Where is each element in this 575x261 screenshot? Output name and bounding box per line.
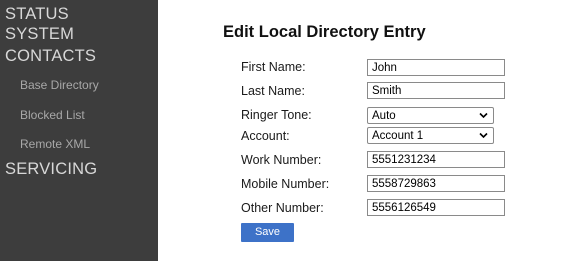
ringer-tone-select[interactable]: Auto bbox=[367, 107, 494, 124]
ringer-tone-value: Auto bbox=[372, 110, 396, 122]
sidebar: STATUS SYSTEM CONTACTS Base Directory Bl… bbox=[0, 0, 158, 261]
nav-contacts[interactable]: CONTACTS bbox=[5, 47, 96, 66]
work-number-input[interactable]: 5551231234 bbox=[367, 151, 505, 168]
nav-base-directory[interactable]: Base Directory bbox=[20, 78, 99, 92]
nav-servicing[interactable]: SERVICING bbox=[5, 160, 97, 179]
account-label: Account: bbox=[241, 129, 290, 143]
nav-status[interactable]: STATUS bbox=[5, 5, 69, 24]
nav-blocked-list[interactable]: Blocked List bbox=[20, 108, 85, 122]
mobile-number-input[interactable]: 5558729863 bbox=[367, 175, 505, 192]
other-number-label: Other Number: bbox=[241, 201, 324, 215]
chevron-down-icon bbox=[479, 132, 488, 139]
account-value: Account 1 bbox=[372, 130, 424, 142]
first-name-input[interactable]: John bbox=[367, 59, 505, 76]
account-select[interactable]: Account 1 bbox=[367, 127, 494, 144]
last-name-input[interactable]: Smith bbox=[367, 82, 505, 99]
mobile-number-label: Mobile Number: bbox=[241, 177, 330, 191]
chevron-down-icon bbox=[479, 112, 488, 119]
nav-remote-xml[interactable]: Remote XML bbox=[20, 137, 90, 151]
save-button[interactable]: Save bbox=[241, 223, 294, 242]
nav-system[interactable]: SYSTEM bbox=[5, 25, 74, 44]
page-title: Edit Local Directory Entry bbox=[223, 23, 426, 41]
first-name-label: First Name: bbox=[241, 60, 306, 74]
other-number-input[interactable]: 5556126549 bbox=[367, 199, 505, 216]
ringer-tone-label: Ringer Tone: bbox=[241, 108, 312, 122]
work-number-label: Work Number: bbox=[241, 153, 322, 167]
last-name-label: Last Name: bbox=[241, 84, 305, 98]
